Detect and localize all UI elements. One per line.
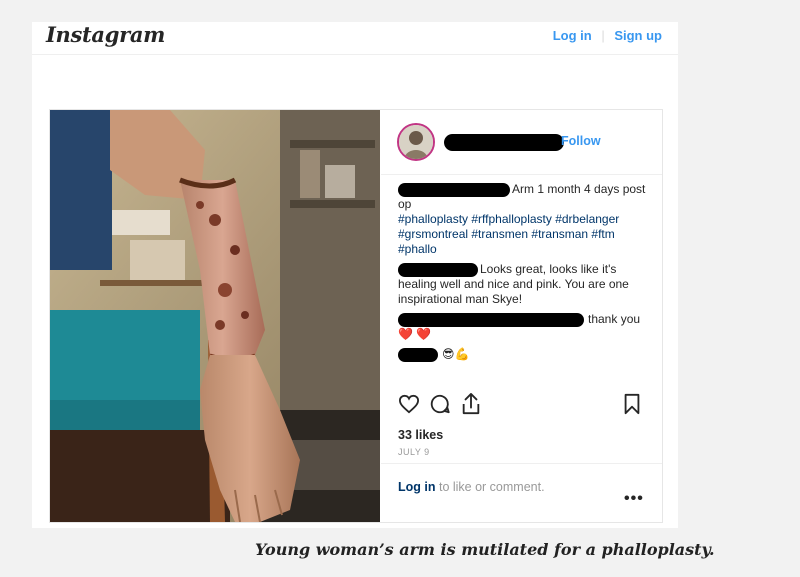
comment-caption: Arm 1 month 4 days post op #phalloplasty… xyxy=(398,182,648,257)
header-divider xyxy=(32,54,678,55)
redacted-username xyxy=(398,182,510,197)
comment-list: Arm 1 month 4 days post op #phalloplasty… xyxy=(398,182,648,367)
comment-item: Looks great, looks like it's healing wel… xyxy=(398,262,648,307)
heart-icon[interactable] xyxy=(398,394,420,414)
comment-item: thank you ❤️ ❤️ xyxy=(398,312,648,342)
post-card: Follow Arm 1 month 4 days post op #phall… xyxy=(49,109,663,523)
instagram-logo[interactable]: Instagram xyxy=(46,22,165,47)
login-to-comment-link[interactable]: Log in xyxy=(398,480,436,494)
avatar[interactable] xyxy=(397,123,435,161)
action-bar xyxy=(381,390,662,420)
more-options-button[interactable]: ••• xyxy=(624,490,644,508)
top-bar: Instagram Log in | Sign up xyxy=(32,22,678,52)
comment-item: 😎💪 xyxy=(398,347,648,362)
comment-divider xyxy=(381,463,662,464)
auth-links: Log in | Sign up xyxy=(553,28,662,43)
redacted-username xyxy=(444,134,564,151)
likes-count[interactable]: 33 likes xyxy=(398,428,443,442)
instagram-embed-sheet: Instagram Log in | Sign up Follow Arm 1 … xyxy=(32,22,678,528)
follow-button[interactable]: Follow xyxy=(561,134,601,148)
post-sidebar: Follow Arm 1 month 4 days post op #phall… xyxy=(381,110,662,522)
comment-emoji: 😎💪 xyxy=(442,347,470,361)
bookmark-icon[interactable] xyxy=(623,393,641,415)
redacted-username xyxy=(398,347,438,362)
login-link[interactable]: Log in xyxy=(553,28,592,43)
post-photo[interactable] xyxy=(50,110,380,522)
post-date: JULY 9 xyxy=(398,447,430,457)
auth-separator: | xyxy=(601,28,605,43)
image-caption: Young woman’s arm is mutilated for a pha… xyxy=(255,540,715,559)
login-prompt: Log in to like or comment. xyxy=(398,480,545,494)
signup-link[interactable]: Sign up xyxy=(614,28,662,43)
hashtags[interactable]: #phalloplasty #rffphalloplasty #drbelang… xyxy=(398,212,619,256)
redacted-username xyxy=(398,262,478,277)
redacted-username xyxy=(398,312,584,327)
login-prompt-text: to like or comment. xyxy=(435,480,545,494)
post-header: Follow xyxy=(381,110,662,175)
share-icon[interactable] xyxy=(460,392,482,416)
comment-text: thank you xyxy=(588,312,641,326)
heart-emoji: ❤️ ❤️ xyxy=(398,327,432,341)
comment-icon[interactable] xyxy=(429,393,451,415)
